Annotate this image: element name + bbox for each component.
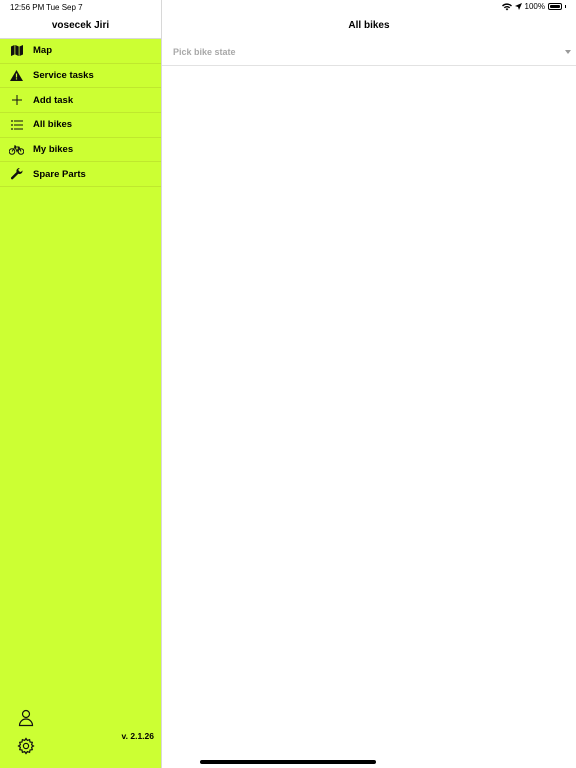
battery-percent: 100% bbox=[524, 2, 545, 11]
app-version: v. 2.1.26 bbox=[121, 731, 154, 741]
sidebar-item-map[interactable]: Map bbox=[0, 39, 161, 64]
sidebar-item-add-task[interactable]: Add task bbox=[0, 88, 161, 114]
sidebar-nav: Map Service tasks Add task All bikes My … bbox=[0, 39, 161, 188]
status-bar: 12:56 PM Tue Sep 7 100% bbox=[0, 0, 576, 14]
sidebar: vosecek Jiri Map Service tasks Add task … bbox=[0, 0, 161, 768]
gear-icon[interactable] bbox=[17, 737, 35, 755]
picker-placeholder: Pick bike state bbox=[173, 47, 236, 57]
sidebar-item-label: Add task bbox=[33, 94, 74, 106]
sidebar-item-spare-parts[interactable]: Spare Parts bbox=[0, 162, 161, 188]
status-time: 12:56 PM bbox=[10, 3, 45, 12]
bicycle-icon bbox=[0, 138, 33, 162]
sidebar-item-label: Map bbox=[33, 45, 52, 57]
chevron-down-icon bbox=[565, 50, 571, 54]
location-arrow-icon bbox=[514, 3, 522, 10]
sidebar-item-all-bikes[interactable]: All bikes bbox=[0, 113, 161, 138]
plus-icon bbox=[0, 88, 33, 112]
sidebar-item-my-bikes[interactable]: My bikes bbox=[0, 138, 161, 163]
sidebar-item-label: My bikes bbox=[33, 144, 74, 156]
bike-state-picker[interactable]: Pick bike state bbox=[162, 39, 576, 66]
warning-icon bbox=[0, 64, 33, 88]
wrench-icon bbox=[0, 162, 33, 186]
person-icon[interactable] bbox=[17, 709, 35, 727]
status-indicators: 100% bbox=[501, 2, 566, 11]
user-name: vosecek Jiri bbox=[51, 20, 110, 31]
battery-icon bbox=[548, 3, 562, 10]
map-icon bbox=[0, 39, 33, 63]
page-title: All bikes bbox=[348, 20, 390, 31]
status-date: Tue Sep 7 bbox=[46, 3, 83, 12]
wifi-icon bbox=[501, 2, 512, 10]
sidebar-item-label: Spare Parts bbox=[33, 168, 86, 180]
list-icon bbox=[0, 113, 33, 137]
app-root: 12:56 PM Tue Sep 7 100% vosecek Jiri Map… bbox=[0, 0, 576, 768]
sidebar-item-label: Service tasks bbox=[33, 70, 94, 82]
battery-level bbox=[550, 5, 560, 8]
home-indicator bbox=[200, 760, 376, 764]
main-panel: All bikes Pick bike state bbox=[161, 0, 576, 768]
sidebar-item-service-tasks[interactable]: Service tasks bbox=[0, 64, 161, 89]
sidebar-item-label: All bikes bbox=[33, 119, 73, 131]
sidebar-footer: v. 2.1.26 bbox=[0, 700, 161, 768]
battery-cap bbox=[565, 5, 566, 8]
